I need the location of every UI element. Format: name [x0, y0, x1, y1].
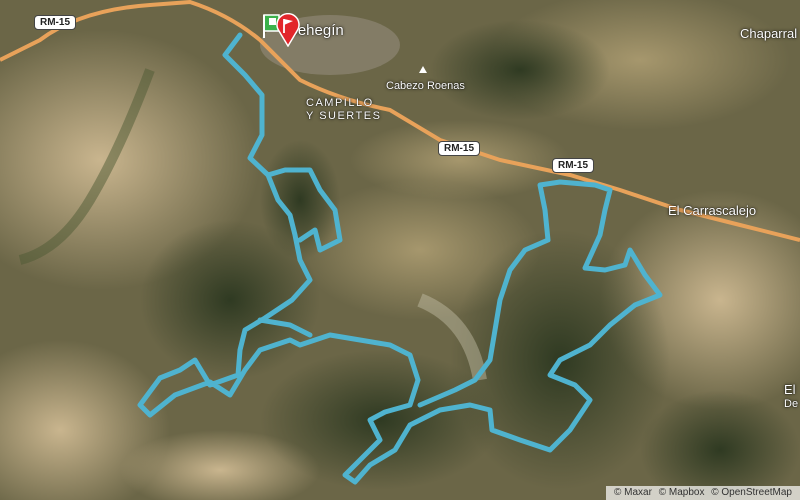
road-shield: RM-15: [438, 141, 481, 156]
map-canvas[interactable]: Cehegín Chaparral El Carrascalejo El De …: [0, 0, 800, 500]
road-shield: RM-15: [552, 158, 595, 173]
attribution-osm-link[interactable]: © OpenStreetMap: [711, 487, 792, 498]
attribution-maxar-link[interactable]: © Maxar: [614, 487, 652, 498]
peak-icon: [419, 66, 427, 73]
attribution-mapbox-link[interactable]: © Mapbox: [659, 487, 705, 498]
map-attribution: © Maxar © Mapbox © OpenStreetMap: [606, 486, 800, 500]
finish-flag-icon[interactable]: [276, 13, 300, 47]
satellite-terrain: [0, 0, 800, 500]
road-shield: RM-15: [34, 15, 77, 30]
